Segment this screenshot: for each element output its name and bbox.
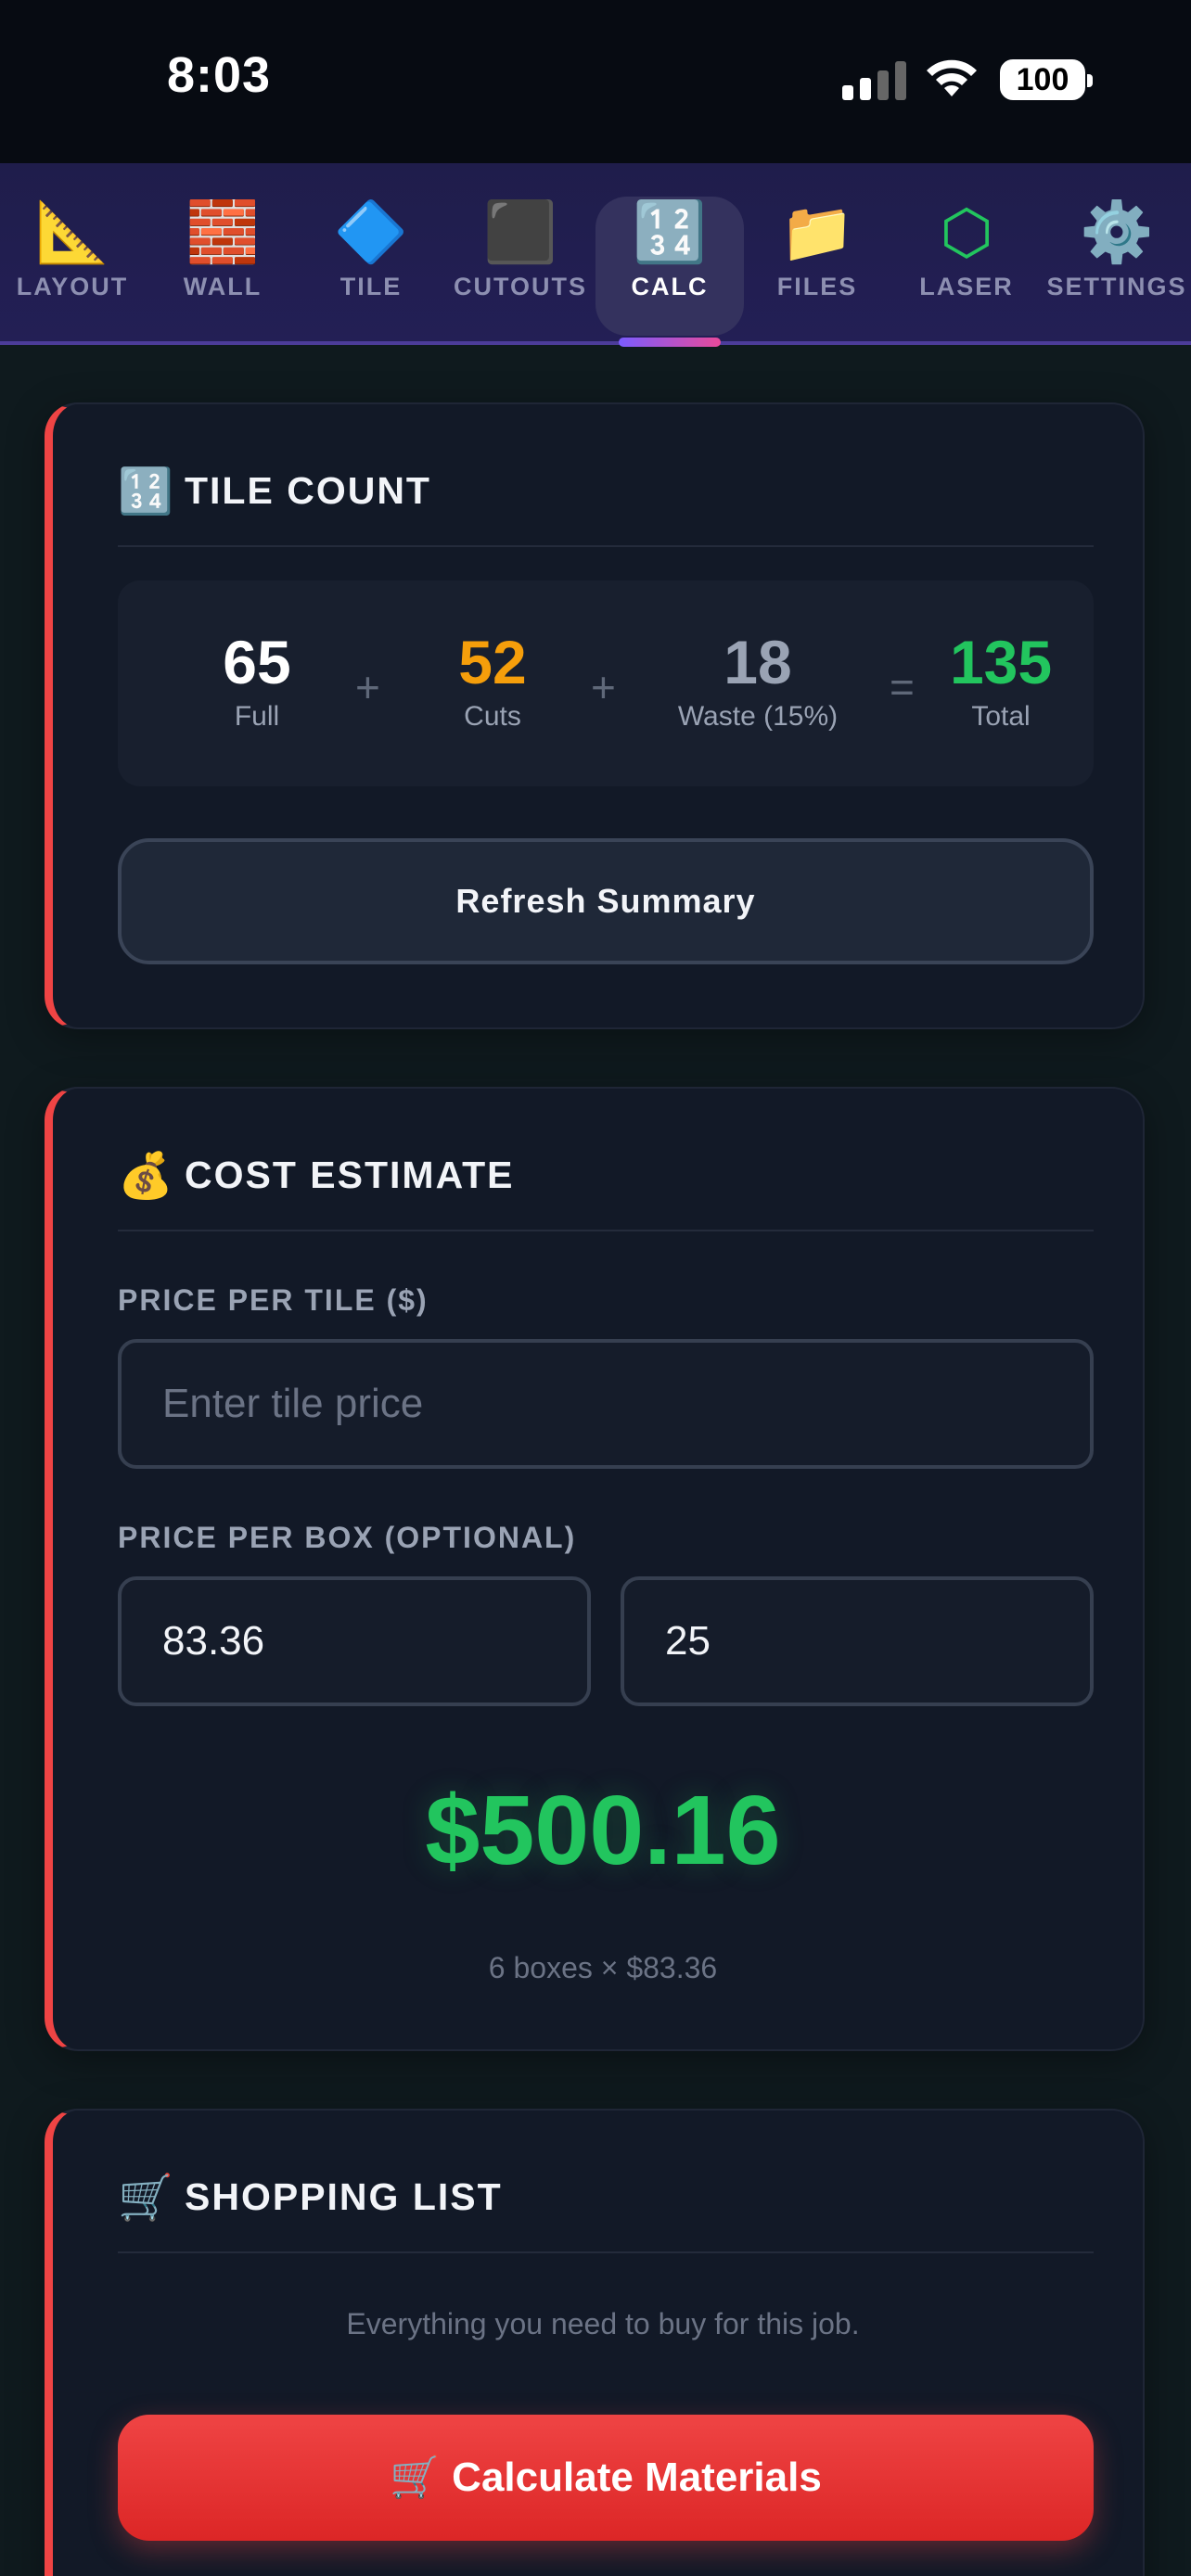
cellular-signal-icon bbox=[842, 61, 907, 100]
black-square-icon: ⬛ bbox=[483, 198, 557, 265]
status-time: 8:03 bbox=[167, 47, 272, 103]
tab-wall[interactable]: 🧱 WALL bbox=[148, 197, 297, 336]
tab-laser[interactable]: ⬡ LASER bbox=[892, 197, 1041, 336]
price-per-tile-label: PRICE PER TILE ($) bbox=[118, 1283, 429, 1317]
numbers-icon: 🔢 bbox=[633, 198, 707, 265]
tab-files[interactable]: 📁 FILES bbox=[743, 197, 891, 336]
plus-sign: + bbox=[355, 663, 380, 711]
cost-estimate-card: 💰 COST ESTIMATE PRICE PER TILE ($) PRICE… bbox=[45, 1087, 1145, 2051]
card-header: 💰 COST ESTIMATE bbox=[118, 1142, 515, 1207]
tab-settings[interactable]: ⚙️ SETTINGS bbox=[1043, 197, 1191, 336]
tiles-per-box-input[interactable] bbox=[621, 1576, 1094, 1706]
equals-sign: = bbox=[890, 663, 915, 711]
divider bbox=[118, 1230, 1094, 1231]
status-bar: 8:03 100 bbox=[0, 0, 1191, 163]
shopping-list-card: 🛒 SHOPPING LIST Everything you need to b… bbox=[45, 2109, 1145, 2576]
tile-summary: 65 Full + 52 Cuts + 18 Waste (15%) = 135… bbox=[118, 580, 1094, 786]
triangle-ruler-icon: 📐 bbox=[35, 198, 109, 265]
card-title: SHOPPING LIST bbox=[185, 2174, 503, 2218]
tool-tab-bar: 📐 LAYOUT 🧱 WALL 🔷 TILE ⬛ CUTOUTS 🔢 CALC … bbox=[0, 163, 1191, 345]
tab-cutouts[interactable]: ⬛ CUTOUTS bbox=[446, 197, 595, 336]
shopping-cart-icon: 🛒 bbox=[118, 2173, 173, 2223]
total-cost: $500.16 bbox=[425, 1776, 781, 1885]
card-title: TILE COUNT bbox=[185, 468, 431, 512]
total-tiles-stat: 135 Total bbox=[949, 628, 1053, 732]
refresh-summary-button[interactable]: Refresh Summary bbox=[118, 838, 1094, 964]
price-per-tile-input[interactable] bbox=[118, 1339, 1094, 1469]
tab-layout[interactable]: 📐 LAYOUT bbox=[0, 197, 147, 336]
numbers-icon: 🔢 bbox=[118, 466, 173, 516]
tab-calc[interactable]: 🔢 CALC bbox=[596, 197, 744, 336]
divider bbox=[118, 545, 1094, 547]
hexagon-icon: ⬡ bbox=[940, 198, 993, 266]
card-header: 🛒 SHOPPING LIST bbox=[118, 2164, 503, 2229]
folder-icon: 📁 bbox=[780, 198, 854, 265]
plus-sign: + bbox=[591, 663, 616, 711]
divider bbox=[118, 2251, 1094, 2253]
box-breakdown-note: 6 boxes × $83.36 bbox=[488, 1951, 718, 1984]
box-price-input[interactable] bbox=[118, 1576, 591, 1706]
active-tab-indicator bbox=[619, 338, 721, 347]
card-header: 🔢 TILE COUNT bbox=[118, 458, 431, 523]
brick-icon: 🧱 bbox=[186, 198, 260, 265]
shopping-list-description: Everything you need to buy for this job. bbox=[346, 2307, 860, 2340]
tile-count-card: 🔢 TILE COUNT 65 Full + 52 Cuts + 18 Wast… bbox=[45, 402, 1145, 1029]
cut-tiles-stat: 52 Cuts bbox=[458, 628, 527, 732]
gear-icon: ⚙️ bbox=[1080, 198, 1154, 265]
battery-icon: 100 bbox=[1000, 59, 1093, 100]
tab-tile[interactable]: 🔷 TILE bbox=[297, 197, 445, 336]
full-tiles-stat: 65 Full bbox=[223, 628, 291, 732]
calculate-materials-button[interactable]: 🛒 Calculate Materials bbox=[118, 2415, 1094, 2541]
wifi-icon bbox=[927, 59, 977, 96]
card-title: COST ESTIMATE bbox=[185, 1153, 515, 1196]
price-per-box-label: PRICE PER BOX (OPTIONAL) bbox=[118, 1521, 577, 1554]
waste-tiles-stat: 18 Waste (15%) bbox=[677, 628, 839, 732]
money-bag-icon: 💰 bbox=[118, 1151, 173, 1201]
blue-diamond-icon: 🔷 bbox=[334, 198, 408, 265]
